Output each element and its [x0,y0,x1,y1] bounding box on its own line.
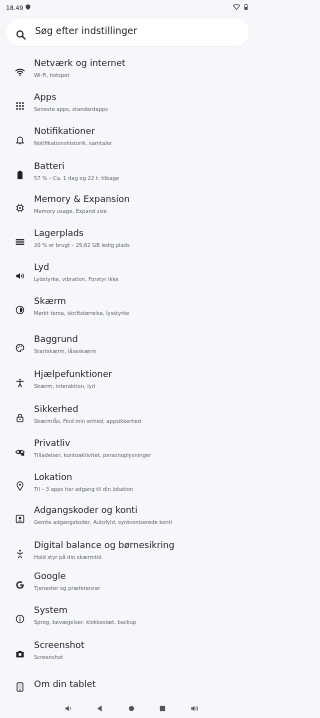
settings-item[interactable]: Google Tjenester og præferencer [0,572,253,605]
settings-item-title: Baggrund [34,335,78,345]
settings-item[interactable]: Baggrund Startskærm, låseskærm [0,335,253,368]
settings-item-title: Sikkerhed [34,405,79,415]
palette-icon [15,343,25,353]
settings-item[interactable]: Netværk og internet Wi-Fi, hotspot [0,59,253,92]
settings-item-title: Om din tablet [34,680,96,690]
settings-item[interactable]: Lokation Til – 3 apps har adgang til din … [0,473,253,506]
settings-item-title: Screenshot [34,641,85,651]
settings-item-title: Digital balance og børnesikring [34,541,175,551]
settings-item[interactable]: Lyd Lydstyrke, vibration, Forstyr ikke [0,263,253,296]
settings-item-subtitle: Hold styr på din skærmtid [34,555,102,561]
settings-item-subtitle: Memory usage, Expand size [34,209,107,215]
settings-item-subtitle: 57 % – Ca. 1 dag og 22 t. tilbage [34,176,120,182]
settings-item[interactable]: Skærm Mørkt tema, skriftstørrelse, lyssty… [0,297,253,330]
wellbeing-icon [15,549,25,559]
settings-item-title: Netværk og internet [34,59,126,69]
brightness-icon [15,305,25,315]
settings-item-subtitle: Screenshot [34,655,64,661]
apps-grid-icon [15,101,25,111]
back-nav-icon[interactable] [95,704,104,713]
settings-item-subtitle: Mørkt tema, skriftstørrelse, lysstyrke [34,311,130,317]
location-pin-icon [15,481,25,491]
settings-item-subtitle: Gemte adgangskoder, Autofyld, synkronise… [34,520,173,526]
storage-icon [15,237,25,247]
settings-item[interactable]: Apps Seneste apps, standardapps [0,93,253,126]
settings-item[interactable]: Memory & Expansion Memory usage, Expand s… [0,195,253,228]
settings-item-title: Notifikationer [34,127,95,137]
settings-item-subtitle: Tilladelser, kontoaktivitet, personoplys… [34,453,152,459]
settings-item-subtitle: Til – 3 apps har adgang til din lokation [34,487,134,493]
settings-item-subtitle: 20 % er brugt – 25,62 GB ledig plads [34,243,130,249]
settings-item[interactable]: Batteri 57 % – Ca. 1 dag og 22 t. tilbage [0,162,253,195]
settings-item-title: Lagerplads [34,229,84,239]
accessibility-icon [15,378,25,388]
settings-item[interactable]: Sikkerhed Skærmlås, Find min enhed, appsi… [0,405,253,438]
settings-item-subtitle: Notifikationshistorik, samtaler [34,141,112,147]
settings-item-title: Hjælpefunktioner [34,370,113,380]
battery-icon [15,170,25,180]
volume-up-nav-icon[interactable] [190,704,199,713]
home-nav-icon[interactable] [127,704,136,713]
wifi-icon [15,67,25,77]
google-icon [15,580,25,590]
settings-item-title: Batteri [34,162,65,172]
settings-list: Netværk og internet Wi-Fi, hotspot Apps Sen… [0,0,253,718]
volume-down-nav-icon[interactable] [64,704,73,713]
settings-item[interactable]: Digital balance og børnesikring Hold styr… [0,541,253,574]
settings-item[interactable]: Hjælpefunktioner Skærm, interaktion, lyd [0,370,253,403]
bell-icon [15,135,25,145]
settings-item-subtitle: Skærm, interaktion, lyd [34,384,96,390]
settings-item-title: Lokation [34,473,73,483]
settings-item-title: Google [34,572,66,582]
account-box-icon [15,514,25,524]
settings-item[interactable]: System Sprog, bevægelser, klokkeslæt, bac… [0,606,253,639]
settings-item[interactable]: Privatliv Tilladelser, kontoaktivitet, pe… [0,439,253,472]
navigation-bar [0,700,253,718]
settings-item-title: Apps [34,93,57,103]
volume-icon [15,271,25,281]
settings-item[interactable]: Lagerplads 20 % er brugt – 25,62 GB ledig… [0,229,253,262]
settings-item-title: Memory & Expansion [34,195,130,205]
tablet-icon [15,682,25,692]
settings-item[interactable]: Screenshot Screenshot [0,641,253,674]
settings-item-subtitle: Seneste apps, standardapps [34,107,108,113]
settings-item-title: Lyd [34,263,50,273]
settings-item-subtitle: Lydstyrke, vibration, Forstyr ikke [34,277,119,283]
memory-chip-icon [15,203,25,213]
privacy-eye-icon [15,447,25,457]
lock-icon [15,413,25,423]
settings-item[interactable]: Adgangskoder og konti Gemte adgangskoder,… [0,506,253,539]
settings-item-subtitle: Tjenester og præferencer [34,586,101,592]
settings-item-subtitle: Sprog, bevægelser, klokkeslæt, backup [34,620,137,626]
settings-item-title: Adgangskoder og konti [34,506,138,516]
settings-item[interactable]: Notifikationer Notifikationshistorik, sam… [0,127,253,160]
settings-item-subtitle: Wi-Fi, hotspot [34,73,70,79]
settings-item-title: Skærm [34,297,67,307]
settings-item-subtitle: Skærmlås, Find min enhed, appsikkerhed [34,419,142,425]
settings-screen: 18.49 Søg efter indstillinger Netværk og… [0,0,253,718]
camera-icon [15,649,25,659]
settings-item-title: System [34,606,68,616]
recents-nav-icon[interactable] [158,704,167,713]
info-icon [15,614,25,624]
settings-item-title: Privatliv [34,439,71,449]
settings-item-subtitle: Startskærm, låseskærm [34,349,97,355]
